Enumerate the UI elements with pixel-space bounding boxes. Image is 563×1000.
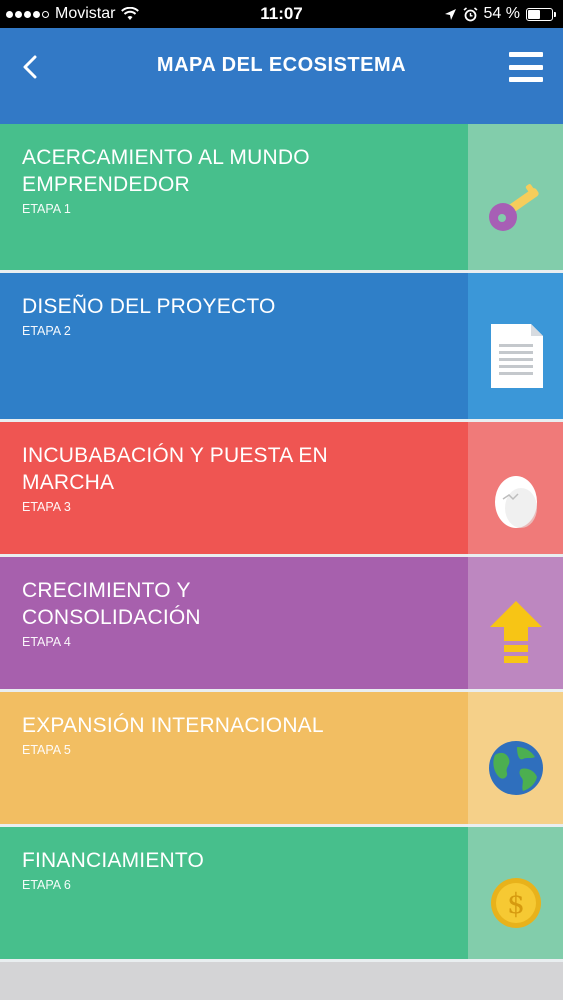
- status-bar: Movistar 11:07 54 %: [0, 0, 563, 28]
- stage-main: INCUBABACIÓN Y PUESTA EN MARCHA ETAPA 3: [0, 422, 468, 554]
- stage-icon-area: [468, 422, 563, 554]
- hamburger-menu-icon: [509, 77, 543, 82]
- globe-icon: [488, 741, 543, 795]
- stage-title: EXPANSIÓN INTERNACIONAL: [22, 714, 324, 737]
- hamburger-menu-icon: [509, 52, 543, 57]
- app-header: MAPA DEL ECOSISTEMA: [0, 28, 563, 124]
- stage-list: ACERCAMIENTO AL MUNDO EMPRENDEDOR ETAPA …: [0, 124, 563, 962]
- stage-subtitle: ETAPA 3: [22, 500, 71, 514]
- key-icon: [488, 184, 539, 231]
- battery-percent: 54 %: [483, 5, 520, 22]
- stage-item-2[interactable]: DISEÑO DEL PROYECTO ETAPA 2: [0, 273, 563, 422]
- egg-icon: [494, 476, 537, 528]
- stage-item-6[interactable]: FINANCIAMIENTO ETAPA 6 $: [0, 827, 563, 962]
- hamburger-menu-icon: [509, 64, 543, 70]
- stage-subtitle: ETAPA 1: [22, 202, 71, 216]
- stage-item-3[interactable]: INCUBABACIÓN Y PUESTA EN MARCHA ETAPA 3: [0, 422, 563, 557]
- stage-icon-area: [468, 692, 563, 824]
- stage-main: CRECIMIENTO Y CONSOLIDACIÓN ETAPA 4: [0, 557, 468, 689]
- stage-title: DISEÑO DEL PROYECTO: [22, 295, 276, 318]
- svg-text:$: $: [507, 887, 525, 920]
- arrow-up-icon: [489, 601, 542, 663]
- stage-subtitle: ETAPA 6: [22, 878, 71, 892]
- stage-item-1[interactable]: ACERCAMIENTO AL MUNDO EMPRENDEDOR ETAPA …: [0, 124, 563, 273]
- stage-main: DISEÑO DEL PROYECTO ETAPA 2: [0, 273, 468, 419]
- signal-strength-icon: [6, 10, 49, 18]
- document-icon: [490, 324, 543, 388]
- menu-button[interactable]: [509, 52, 543, 82]
- stage-icon-area: [468, 557, 563, 689]
- stage-icon-area: [468, 124, 563, 270]
- coin-icon: $: [490, 878, 541, 928]
- stage-icon-area: [468, 273, 563, 419]
- location-arrow-icon: [444, 8, 456, 20]
- stage-main: ACERCAMIENTO AL MUNDO EMPRENDEDOR ETAPA …: [0, 124, 468, 270]
- alarm-icon: [463, 6, 478, 21]
- wifi-icon: [121, 7, 140, 20]
- stage-subtitle: ETAPA 5: [22, 743, 71, 757]
- stage-title: CRECIMIENTO Y CONSOLIDACIÓN: [22, 579, 201, 629]
- stage-title: ACERCAMIENTO AL MUNDO EMPRENDEDOR: [22, 146, 310, 196]
- stage-subtitle: ETAPA 2: [22, 324, 71, 338]
- status-right: 54 %: [444, 5, 556, 23]
- status-left: Movistar: [6, 5, 140, 23]
- page-title: MAPA DEL ECOSISTEMA: [156, 54, 407, 76]
- stage-item-5[interactable]: EXPANSIÓN INTERNACIONAL ETAPA 5: [0, 692, 563, 827]
- stage-title: INCUBABACIÓN Y PUESTA EN MARCHA: [22, 444, 328, 494]
- stage-subtitle: ETAPA 4: [22, 635, 71, 649]
- stage-icon-area: $: [468, 827, 563, 959]
- carrier-name: Movistar: [55, 5, 116, 22]
- battery-icon: [526, 7, 556, 21]
- battery-fill: [528, 9, 541, 19]
- stage-title: FINANCIAMIENTO: [22, 849, 205, 872]
- stage-item-4[interactable]: CRECIMIENTO Y CONSOLIDACIÓN ETAPA 4: [0, 557, 563, 692]
- stage-main: FINANCIAMIENTO ETAPA 6: [0, 827, 468, 959]
- stage-main: EXPANSIÓN INTERNACIONAL ETAPA 5: [0, 692, 468, 824]
